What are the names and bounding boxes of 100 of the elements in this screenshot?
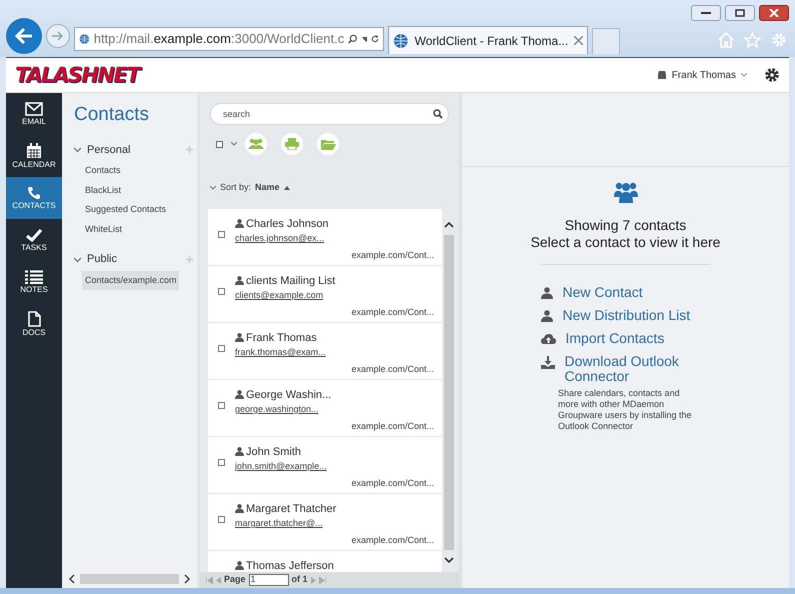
- nav-item[interactable]: CALENDAR: [6, 135, 62, 177]
- folder-item[interactable]: BlackList: [82, 180, 124, 200]
- checkbox[interactable]: [218, 344, 225, 352]
- search-icon[interactable]: [433, 109, 443, 119]
- contact-name[interactable]: Margaret Thatcher: [246, 500, 336, 517]
- maximize-icon: [735, 9, 745, 17]
- nav-item[interactable]: EMAIL: [6, 93, 62, 135]
- calendar-icon: [26, 143, 42, 159]
- person-icon: [235, 276, 244, 286]
- contact-name[interactable]: Thomas Jefferson: [246, 558, 334, 572]
- scroll-left-icon[interactable]: [68, 574, 76, 584]
- caret-icon: [741, 73, 747, 77]
- forward-button[interactable]: [46, 24, 70, 48]
- person-icon: [235, 333, 244, 342]
- contact-email[interactable]: george.washington...: [235, 403, 319, 416]
- scroll-down-icon[interactable]: [444, 556, 454, 564]
- folder-item[interactable]: Contacts/example.com: [82, 270, 179, 290]
- back-button[interactable]: [6, 18, 42, 54]
- browser-tab[interactable]: WorldClient - Frank Thoma...: [388, 26, 588, 54]
- page-field[interactable]: 1: [248, 574, 289, 586]
- user-name[interactable]: Frank Thomas: [672, 68, 736, 82]
- folder-group[interactable]: Personal: [87, 142, 130, 158]
- contact-email[interactable]: frank.thomas@exam...: [235, 346, 326, 360]
- scroll-up-icon[interactable]: [444, 220, 454, 228]
- person-icon: [235, 390, 244, 400]
- group-button[interactable]: [245, 133, 267, 155]
- contact-folder: example.com/Cont...: [351, 420, 434, 433]
- folder-button[interactable]: [317, 133, 339, 155]
- checkbox[interactable]: [218, 458, 225, 466]
- nav-item[interactable]: TASKS: [6, 219, 62, 261]
- search-field[interactable]: search: [210, 103, 449, 125]
- contact-name[interactable]: John Smith: [246, 444, 302, 460]
- folder-item[interactable]: Contacts: [82, 161, 124, 180]
- caret-icon: [210, 186, 216, 190]
- contact-email[interactable]: john.smith@example...: [235, 460, 327, 474]
- nav-item[interactable]: DOCS: [6, 303, 62, 345]
- contact-folder: example.com/Cont...: [351, 362, 434, 376]
- contact-name[interactable]: Frank Thomas: [246, 330, 317, 346]
- refresh-icon: [370, 33, 379, 45]
- action-link[interactable]: New Distribution List: [562, 308, 690, 323]
- close-button[interactable]: [759, 5, 789, 21]
- contact-email[interactable]: clients@example.com: [235, 289, 324, 302]
- sort-label: Sort by:: [220, 181, 252, 194]
- maximize-button[interactable]: [725, 5, 755, 21]
- chevron-down-icon[interactable]: [74, 146, 81, 154]
- settings-icon[interactable]: [764, 67, 780, 83]
- checkbox[interactable]: [218, 230, 225, 238]
- person-icon: [235, 504, 244, 514]
- download-icon: [540, 356, 554, 369]
- url-text: http://mail.example.com:3000/WorldClient.c: [94, 30, 344, 48]
- search-icon: [348, 32, 358, 46]
- contact-count-text: Showing 7 contacts: [564, 217, 686, 234]
- scrollbar-thumb[interactable]: [444, 234, 454, 550]
- scroll-right-icon[interactable]: [183, 574, 191, 584]
- page-count: of 1: [292, 573, 308, 586]
- action-link[interactable]: Download Outlook Connector: [564, 354, 700, 384]
- minimize-button[interactable]: [691, 5, 721, 21]
- action-link[interactable]: Import Contacts: [566, 331, 664, 346]
- contact-name[interactable]: George Washin...: [246, 386, 332, 403]
- scrollbar-thumb[interactable]: [80, 574, 179, 584]
- person-icon: [235, 447, 244, 456]
- person-icon: [540, 310, 552, 322]
- printer-icon: [285, 138, 299, 150]
- folder-item[interactable]: Suggested Contacts: [82, 200, 170, 220]
- nav-item[interactable]: NOTES: [6, 261, 62, 303]
- contact-folder: example.com/Cont...: [351, 248, 434, 262]
- contact-email[interactable]: charles.johnson@ex...: [235, 232, 324, 246]
- folder-icon: [320, 138, 336, 150]
- back-arrow-icon: [14, 27, 34, 45]
- checkbox[interactable]: [218, 402, 225, 408]
- close-icon[interactable]: [574, 36, 583, 45]
- chevron-down-icon[interactable]: [74, 256, 81, 263]
- logo: TALASHNET: [15, 64, 140, 86]
- folder-item[interactable]: WhiteList: [82, 220, 126, 239]
- action-link[interactable]: New Contact: [562, 285, 643, 300]
- caret-icon: [362, 36, 367, 42]
- people-icon: [248, 138, 264, 150]
- caret-icon[interactable]: [231, 142, 237, 146]
- person-icon: [235, 561, 244, 570]
- checkbox[interactable]: [218, 516, 225, 522]
- print-button[interactable]: [281, 133, 303, 155]
- folder-group[interactable]: Public: [87, 251, 117, 268]
- checkbox[interactable]: [218, 288, 225, 294]
- list-icon: [25, 270, 43, 284]
- sort-field[interactable]: Name: [255, 181, 280, 194]
- contact-name[interactable]: clients Mailing List: [246, 272, 336, 289]
- contact-email[interactable]: margaret.thatcher@...: [235, 517, 323, 530]
- star-icon[interactable]: [744, 32, 761, 48]
- nav-item[interactable]: CONTACTS: [6, 177, 62, 219]
- contact-name[interactable]: Charles Johnson: [246, 216, 329, 232]
- hint-text: Select a contact to view it here: [530, 234, 720, 251]
- envelope-icon: [25, 102, 43, 116]
- person-icon: [235, 219, 244, 228]
- cloud-upload-icon: [540, 333, 556, 344]
- forward-arrow-icon: [51, 30, 65, 42]
- minimize-icon: [701, 11, 711, 15]
- people-icon: [614, 181, 638, 203]
- select-all-checkbox[interactable]: [216, 140, 223, 148]
- connector-description: Share calendars, contacts and more with other MDaemon Groupware users by installing the Outlook Connector: [558, 388, 693, 432]
- address-bar[interactable]: http://mail.example.com:3000/WorldClient.c: [74, 27, 384, 51]
